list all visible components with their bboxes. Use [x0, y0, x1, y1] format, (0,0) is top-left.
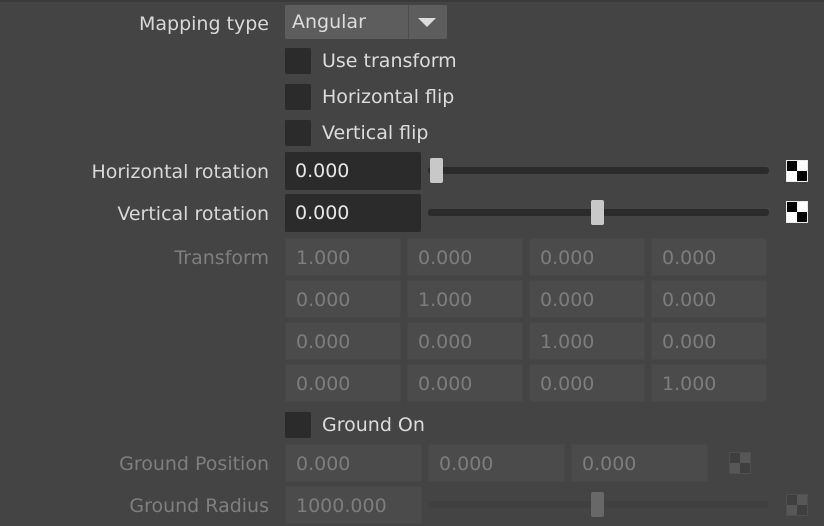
mapping-type-dropdown[interactable]: Angular [285, 5, 447, 39]
horizontal-flip-checkbox[interactable] [285, 84, 311, 110]
horizontal-rotation-slider-track[interactable] [428, 167, 769, 174]
horizontal-rotation-label: Horizontal rotation [91, 161, 269, 183]
transform-cell-r3c1[interactable]: 0.000 [407, 364, 523, 402]
vertical-rotation-label: Vertical rotation [117, 203, 269, 225]
horizontal-rotation-input[interactable]: 0.000 [285, 152, 421, 190]
transform-cell-r0c2[interactable]: 0.000 [529, 238, 645, 276]
transform-label: Transform [174, 247, 269, 269]
transform-cell-r3c3[interactable]: 1.000 [651, 364, 767, 402]
checker-texture-icon[interactable] [729, 452, 751, 474]
chevron-down-icon[interactable] [418, 18, 436, 27]
mapping-type-value: Angular [292, 11, 366, 33]
checker-texture-icon[interactable] [786, 160, 808, 182]
transform-cell-r2c1[interactable]: 0.000 [407, 322, 523, 360]
panel-top-divider [0, 0, 824, 2]
checker-texture-icon[interactable] [786, 201, 808, 223]
transform-cell-r3c0[interactable]: 0.000 [285, 364, 401, 402]
ground-position-x-input[interactable]: 0.000 [285, 444, 422, 482]
transform-cell-r0c1[interactable]: 0.000 [407, 238, 523, 276]
vertical-rotation-input[interactable]: 0.000 [285, 194, 421, 232]
ground-on-checkbox[interactable] [285, 412, 311, 438]
transform-cell-r2c0[interactable]: 0.000 [285, 322, 401, 360]
transform-cell-r0c3[interactable]: 0.000 [651, 238, 767, 276]
horizontal-flip-label: Horizontal flip [322, 86, 455, 108]
horizontal-rotation-slider-handle[interactable] [430, 158, 443, 183]
transform-cell-r1c1[interactable]: 1.000 [407, 280, 523, 318]
transform-cell-r0c0[interactable]: 1.000 [285, 238, 401, 276]
checker-texture-icon[interactable] [786, 494, 808, 516]
transform-cell-r1c3[interactable]: 0.000 [651, 280, 767, 318]
transform-cell-r2c3[interactable]: 0.000 [651, 322, 767, 360]
vertical-flip-label: Vertical flip [322, 122, 429, 144]
use-transform-checkbox[interactable] [285, 48, 311, 74]
ground-radius-input[interactable]: 1000.000 [285, 486, 422, 524]
dropdown-divider [408, 5, 409, 39]
ground-on-label: Ground On [322, 414, 425, 436]
ground-position-y-input[interactable]: 0.000 [428, 444, 565, 482]
transform-cell-r1c2[interactable]: 0.000 [529, 280, 645, 318]
ground-position-label: Ground Position [119, 453, 269, 475]
vertical-flip-checkbox[interactable] [285, 120, 311, 146]
transform-cell-r1c0[interactable]: 0.000 [285, 280, 401, 318]
ground-position-z-input[interactable]: 0.000 [571, 444, 708, 482]
transform-cell-r2c2[interactable]: 1.000 [529, 322, 645, 360]
vertical-rotation-slider-handle[interactable] [591, 200, 604, 225]
transform-cell-r3c2[interactable]: 0.000 [529, 364, 645, 402]
ground-radius-slider-handle[interactable] [591, 492, 604, 517]
mapping-type-label: Mapping type [138, 13, 269, 35]
use-transform-label: Use transform [322, 50, 457, 72]
ground-radius-label: Ground Radius [129, 495, 269, 517]
